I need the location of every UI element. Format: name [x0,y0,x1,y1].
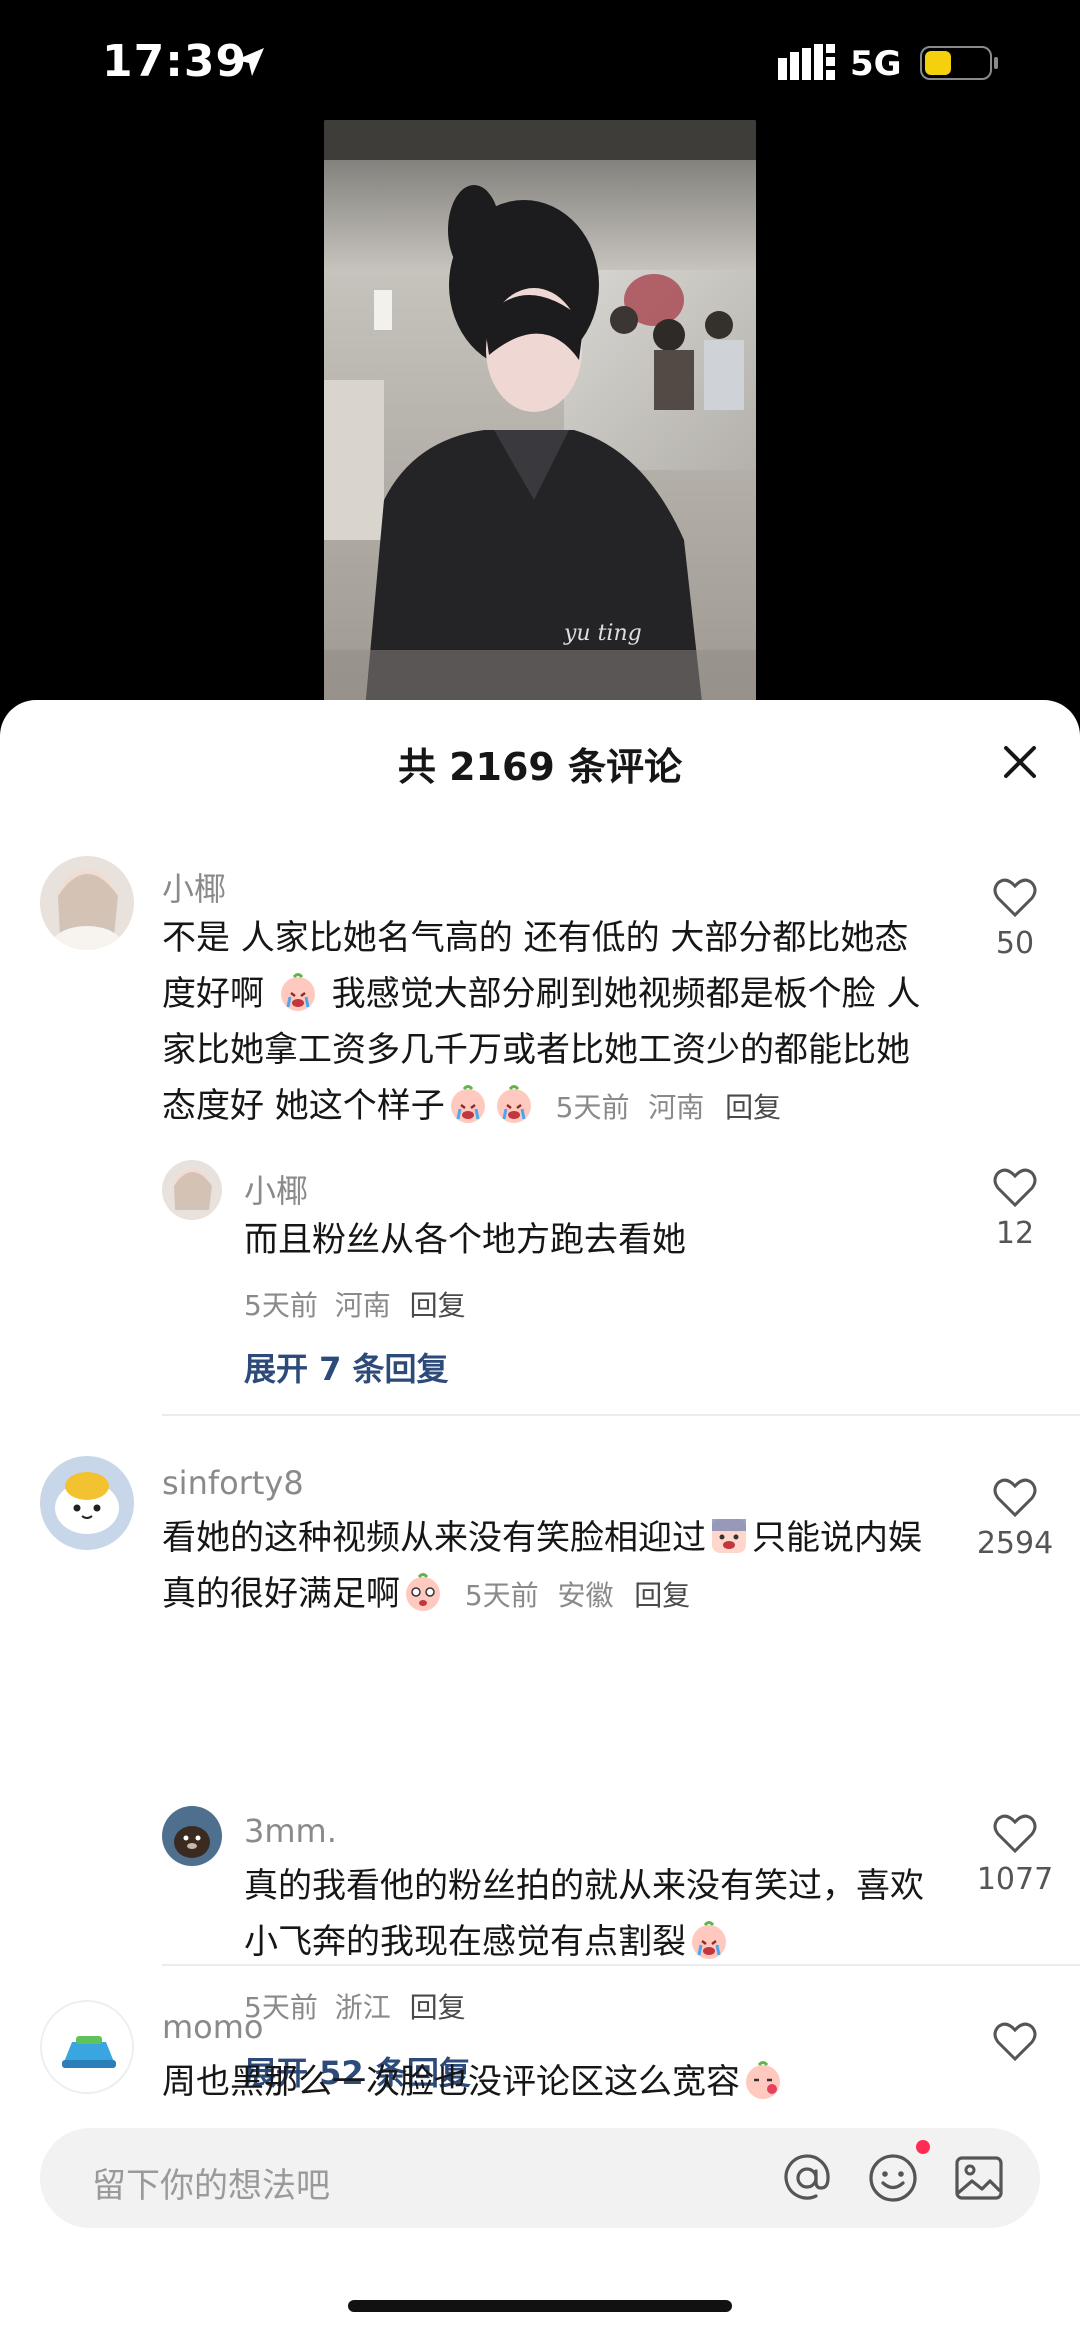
video-thumbnail[interactable]: yu ting [324,120,756,720]
expand-replies-button[interactable]: 展开 7 条回复 [244,1344,449,1390]
comment-location: 河南 [334,1289,391,1322]
comment-input-placeholder[interactable]: 留下你的想法吧 [92,2158,330,2207]
reply-button[interactable]: 回复 [634,1579,690,1612]
heart-icon [993,1478,1037,1518]
like-button[interactable]: 1077 [960,1812,1070,1897]
avatar[interactable] [162,1806,222,1866]
like-button[interactable]: 50 [960,876,1070,961]
surprised-emoji-icon [406,1573,440,1611]
notification-dot [916,2140,930,2154]
divider [162,1414,1080,1416]
heart-icon [993,1168,1037,1208]
status-time: 17:39 [102,36,248,87]
network-label: 5G [850,44,902,84]
comment-location: 安徽 [557,1579,614,1612]
like-count: 50 [995,926,1035,961]
comments-sheet: 共 2169 条评论 小椰 不是 人家比她名气高的 还有低的 大部分都比她态度好… [0,700,1080,2336]
comment-username[interactable]: 3mm. [244,1812,337,1850]
avatar[interactable] [162,1160,222,1220]
like-button[interactable] [960,2020,1070,2070]
home-indicator[interactable] [348,2300,732,2312]
signal-icon [778,44,835,80]
comment-text-part: 看她的这种视频从来没有笑脸相迎过 [162,1518,706,1558]
reply-button[interactable]: 回复 [410,1991,466,2024]
comment-input-bar[interactable]: 留下你的想法吧 [40,2128,1040,2228]
location-arrow-icon [236,48,264,76]
close-icon[interactable] [996,738,1044,786]
comment-meta: 5天前 河南 回复 [244,1284,466,1324]
heart-icon [993,1814,1037,1854]
comment-meta: 5天前 浙江 回复 [244,1986,466,2026]
comment-location: 河南 [648,1091,705,1124]
crying-emoji-icon [280,973,315,1011]
heart-icon [993,878,1037,918]
comment-time: 5天前 [464,1579,539,1612]
video-area[interactable]: yu ting [0,120,1080,720]
comment-username[interactable]: 小椰 [244,1166,308,1212]
like-button[interactable]: 2594 [960,1476,1070,1561]
comment-text-part: 真的我看他的粉丝拍的就从来没有笑过，喜欢小飞奔的我现在感觉有点割裂 [244,1866,924,1962]
comment-text: 周也黑那么一次脸也没评论区这么宽容 [162,2054,942,2110]
comment-time: 5天前 [555,1091,630,1124]
kiss-emoji-icon [746,2061,780,2099]
status-bar: 17:39 5G [0,0,1080,120]
heart-icon [993,2022,1037,2062]
comment-time: 5天前 [244,1289,318,1322]
crying-emoji-icon [692,1921,726,1959]
at-icon[interactable] [780,2151,834,2205]
video-watermark: yu ting [563,621,642,646]
emoji-icon[interactable] [866,2151,920,2205]
comment-text: 而且粉丝从各个地方跑去看她 [244,1220,686,1260]
comment-text-part: 周也黑那么一次脸也没评论区这么宽容 [162,2062,740,2102]
comment-text: 看她的这种视频从来没有笑脸相迎过 只能说内娱真的很好满足啊 5天前 安徽 回复 [162,1510,942,1624]
avatar[interactable] [40,2000,134,2094]
comment-location: 浙江 [334,1991,391,2024]
avatar[interactable] [40,856,134,950]
crying-emoji-icon [450,1085,485,1123]
comment-username[interactable]: momo [162,2008,264,2046]
like-count: 2594 [976,1526,1054,1561]
comment-username[interactable]: sinforty8 [162,1464,304,1502]
crying-emoji-icon [496,1085,531,1123]
reply-button[interactable]: 回复 [725,1091,781,1124]
comment-username[interactable]: 小椰 [162,864,226,910]
image-icon[interactable] [952,2151,1006,2205]
reply-button[interactable]: 回复 [410,1289,466,1322]
like-count: 1077 [976,1862,1054,1897]
comment-text: 不是 人家比她名气高的 还有低的 大部分都比她态度好啊 我感觉大部分刷到她视频都… [162,910,942,1136]
comment-text-part: 我感觉大部分刷到她视频都是板个脸 人家比她拿工资多几千万或者比她工资少的都能比她… [162,974,921,1126]
sad-emoji-icon [712,1519,746,1553]
divider [162,1964,1080,1966]
like-button[interactable]: 12 [960,1166,1070,1251]
like-count: 12 [995,1216,1035,1251]
comment-text: 真的我看他的粉丝拍的就从来没有笑过，喜欢小飞奔的我现在感觉有点割裂 [244,1858,944,1970]
video-frame-image: yu ting [324,120,756,720]
battery-icon [920,46,998,80]
comments-count-title: 共 2169 条评论 [397,745,683,789]
avatar[interactable] [40,1456,134,1550]
